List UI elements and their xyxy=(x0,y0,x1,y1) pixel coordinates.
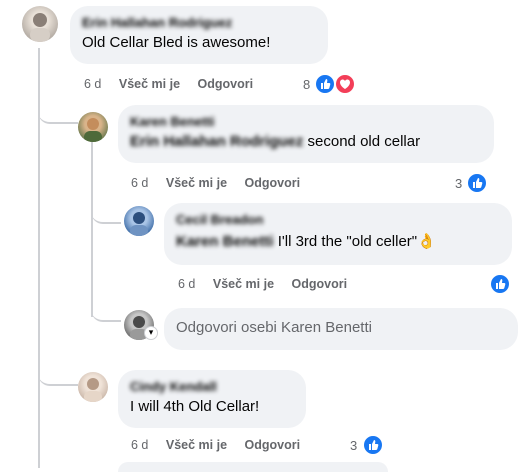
comment-text: I will 4th Old Cellar! xyxy=(130,398,260,415)
mention-link[interactable]: Karen Benetti xyxy=(176,233,274,250)
comment-bubble: Cindy Kendall I will 4th Old Cellar! xyxy=(118,370,306,428)
reply-button[interactable]: Odgovori xyxy=(245,438,301,452)
reply-button[interactable]: Odgovori xyxy=(245,176,301,190)
chevron-down-icon[interactable]: ▾ xyxy=(144,326,158,340)
thread-connector-reply-3 xyxy=(38,362,78,386)
reaction-count[interactable]: 8 xyxy=(303,77,310,92)
reply-button[interactable]: Odgovori xyxy=(198,77,254,91)
comment-text-body: second old cellar xyxy=(303,133,421,150)
thread-connector-reply-2 xyxy=(91,200,121,224)
like-button[interactable]: Všeč mi je xyxy=(119,77,180,91)
like-button[interactable]: Všeč mi je xyxy=(213,277,274,291)
like-button[interactable]: Všeč mi je xyxy=(166,176,227,190)
reply-input[interactable]: Odgovori osebi Karen Benetti xyxy=(164,308,518,350)
comment-author[interactable]: Karen Benetti xyxy=(130,113,482,130)
thread-line-sub xyxy=(91,142,93,317)
comment-timestamp[interactable]: 6 d xyxy=(131,176,148,190)
comment-actions: 6 d Všeč mi je Odgovori xyxy=(131,175,300,190)
comment-author[interactable]: Cecil Breadon xyxy=(176,211,500,228)
reaction-count[interactable]: 3 xyxy=(350,438,357,453)
avatar[interactable] xyxy=(22,6,58,42)
thread-connector-reply-1 xyxy=(38,100,78,124)
love-icon[interactable] xyxy=(334,73,356,95)
person-photo-icon xyxy=(130,212,148,236)
comment-actions: 6 d Všeč mi je Odgovori xyxy=(84,76,253,91)
ok-hand-emoji-icon: 👌 xyxy=(417,233,436,250)
comment-actions: 6 d Všeč mi je Odgovori xyxy=(131,437,300,452)
next-comment-bubble xyxy=(118,462,388,472)
like-icon[interactable] xyxy=(314,73,336,95)
person-photo-icon xyxy=(30,13,50,42)
avatar[interactable] xyxy=(78,112,108,142)
comment-author[interactable]: Cindy Kendall xyxy=(130,378,294,395)
comment-bubble: Cecil Breadon Karen Benetti I'll 3rd the… xyxy=(164,203,512,265)
comment-actions: 6 d Všeč mi je Odgovori xyxy=(178,276,347,291)
comment-bubble: Erin Hallahan Rodriguez Old Cellar Bled … xyxy=(70,6,328,64)
comment-bubble: Karen Benetti Erin Hallahan Rodriguez se… xyxy=(118,105,494,163)
like-icon[interactable] xyxy=(362,434,384,456)
comment-text: Old Cellar Bled is awesome! xyxy=(82,34,271,51)
like-button[interactable]: Všeč mi je xyxy=(166,438,227,452)
reply-input-placeholder: Odgovori osebi Karen Benetti xyxy=(176,319,372,336)
like-icon[interactable] xyxy=(489,273,511,295)
avatar[interactable] xyxy=(78,372,108,402)
comment-text: Erin Hallahan Rodriguez second old cella… xyxy=(130,132,482,152)
reaction-count[interactable]: 3 xyxy=(455,176,462,191)
comment-author[interactable]: Erin Hallahan Rodriguez xyxy=(82,14,316,31)
comment-timestamp[interactable]: 6 d xyxy=(84,77,101,91)
like-icon[interactable] xyxy=(466,172,488,194)
avatar[interactable] xyxy=(124,206,154,236)
comment-timestamp[interactable]: 6 d xyxy=(178,277,195,291)
mention-link[interactable]: Erin Hallahan Rodriguez xyxy=(130,133,303,150)
comment-text-body: I'll 3rd the "old celler" xyxy=(273,233,418,250)
person-photo-icon xyxy=(84,378,102,402)
reply-button[interactable]: Odgovori xyxy=(292,277,348,291)
comment-timestamp[interactable]: 6 d xyxy=(131,438,148,452)
thread-connector-reply-box xyxy=(91,300,121,322)
person-photo-icon xyxy=(84,118,102,142)
comment-text: Karen Benetti I'll 3rd the "old celler"👌 xyxy=(176,232,500,252)
